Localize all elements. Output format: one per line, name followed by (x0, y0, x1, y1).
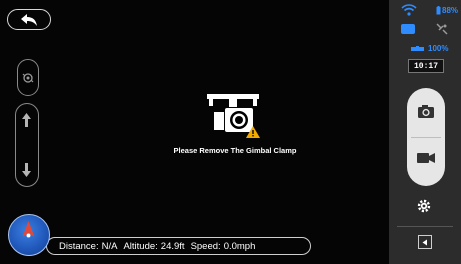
camera-control-panel: 88% 100% 10:17 (389, 0, 461, 264)
altitude-readout: Altitude: 24.9ft (123, 240, 185, 252)
gimbal-clamp-warning: Please Remove The Gimbal Clamp (150, 90, 320, 155)
battery-icon (411, 45, 424, 51)
wifi-icon (401, 4, 417, 16)
battery-icon (436, 6, 441, 15)
satellite-icon (436, 23, 448, 35)
photo-camera-icon[interactable] (417, 104, 435, 119)
back-arrow-icon (21, 13, 37, 26)
tilt-up-icon[interactable] (20, 112, 33, 128)
settings-gear-icon[interactable] (416, 198, 432, 214)
gimbal-mode-button[interactable] (17, 59, 39, 96)
remote-battery: 100% (411, 44, 448, 53)
warning-message: Please Remove The Gimbal Clamp (173, 146, 297, 155)
gimbal-camera-icon (207, 94, 260, 138)
tilt-down-icon[interactable] (20, 162, 33, 178)
speed-readout: Speed: 0.0mph (190, 240, 256, 252)
panel-divider (397, 226, 453, 227)
video-camera-icon[interactable] (416, 151, 436, 165)
gimbal-tilt-control[interactable] (15, 103, 39, 187)
compass-radar[interactable] (8, 214, 50, 256)
camera-view: Please Remove The Gimbal Clamp Distance:… (0, 0, 461, 264)
collapse-icon (422, 239, 427, 245)
distance-readout: Distance: N/A (59, 240, 118, 252)
telemetry-bar: Distance: N/A Altitude: 24.9ft Speed: 0.… (46, 237, 311, 255)
remote-controller-icon (401, 24, 415, 34)
back-button[interactable] (7, 9, 51, 30)
compass-icon (22, 220, 35, 238)
collapse-panel-button[interactable] (418, 235, 432, 249)
pill-divider (411, 137, 441, 138)
capture-mode-pill (407, 88, 445, 186)
aircraft-battery: 88% (436, 6, 458, 15)
remaining-time: 10:17 (408, 59, 444, 73)
gimbal-icon (22, 72, 34, 83)
